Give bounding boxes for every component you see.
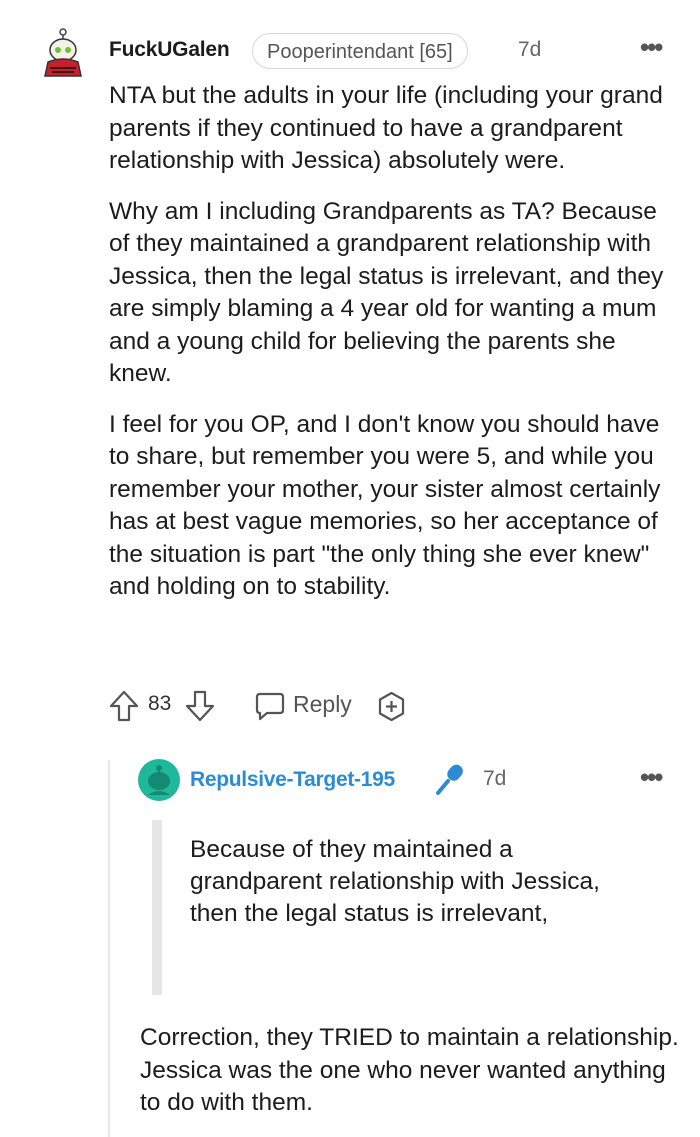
reply-timestamp: 7d <box>483 767 507 790</box>
username[interactable]: FuckUGalen <box>109 38 230 62</box>
quote-text: Because of they maintained a grandparent… <box>190 836 600 927</box>
reply-username[interactable]: Repulsive-Target-195 <box>190 768 395 792</box>
downvote-icon[interactable] <box>184 689 216 723</box>
upvote-icon[interactable] <box>108 689 140 723</box>
reply-header: Repulsive-Target-195 7d ••• <box>138 758 678 802</box>
reply-more-options-icon[interactable]: ••• <box>640 762 663 793</box>
vote-score: 83 <box>148 692 172 715</box>
timestamp: 7d <box>518 38 542 61</box>
reply-button[interactable]: Reply <box>293 691 352 718</box>
more-options-icon[interactable]: ••• <box>640 32 663 63</box>
comment-actions: 83 Reply <box>108 686 428 726</box>
reply-body: Correction, they TRIED to maintain a rel… <box>140 1024 679 1116</box>
comment-header: FuckUGalen Pooperintendant [65] 7d ••• <box>36 28 676 78</box>
comment-body: NTA but the adults in your life (includi… <box>109 80 684 622</box>
comment-paragraph: Why am I including Grandparents as TA? B… <box>109 197 664 388</box>
quote-bar <box>152 820 162 995</box>
comment-paragraph: NTA but the adults in your life (includi… <box>109 82 663 174</box>
reply-avatar[interactable] <box>138 759 180 801</box>
comment-paragraph: I feel for you OP, and I don't know you … <box>109 410 661 601</box>
reply-icon[interactable] <box>254 691 286 721</box>
microphone-icon <box>436 764 463 795</box>
award-icon[interactable] <box>376 691 407 722</box>
thread-line[interactable] <box>108 760 110 1137</box>
avatar[interactable] <box>36 28 88 78</box>
user-flair: Pooperintendant [65] <box>252 33 468 69</box>
